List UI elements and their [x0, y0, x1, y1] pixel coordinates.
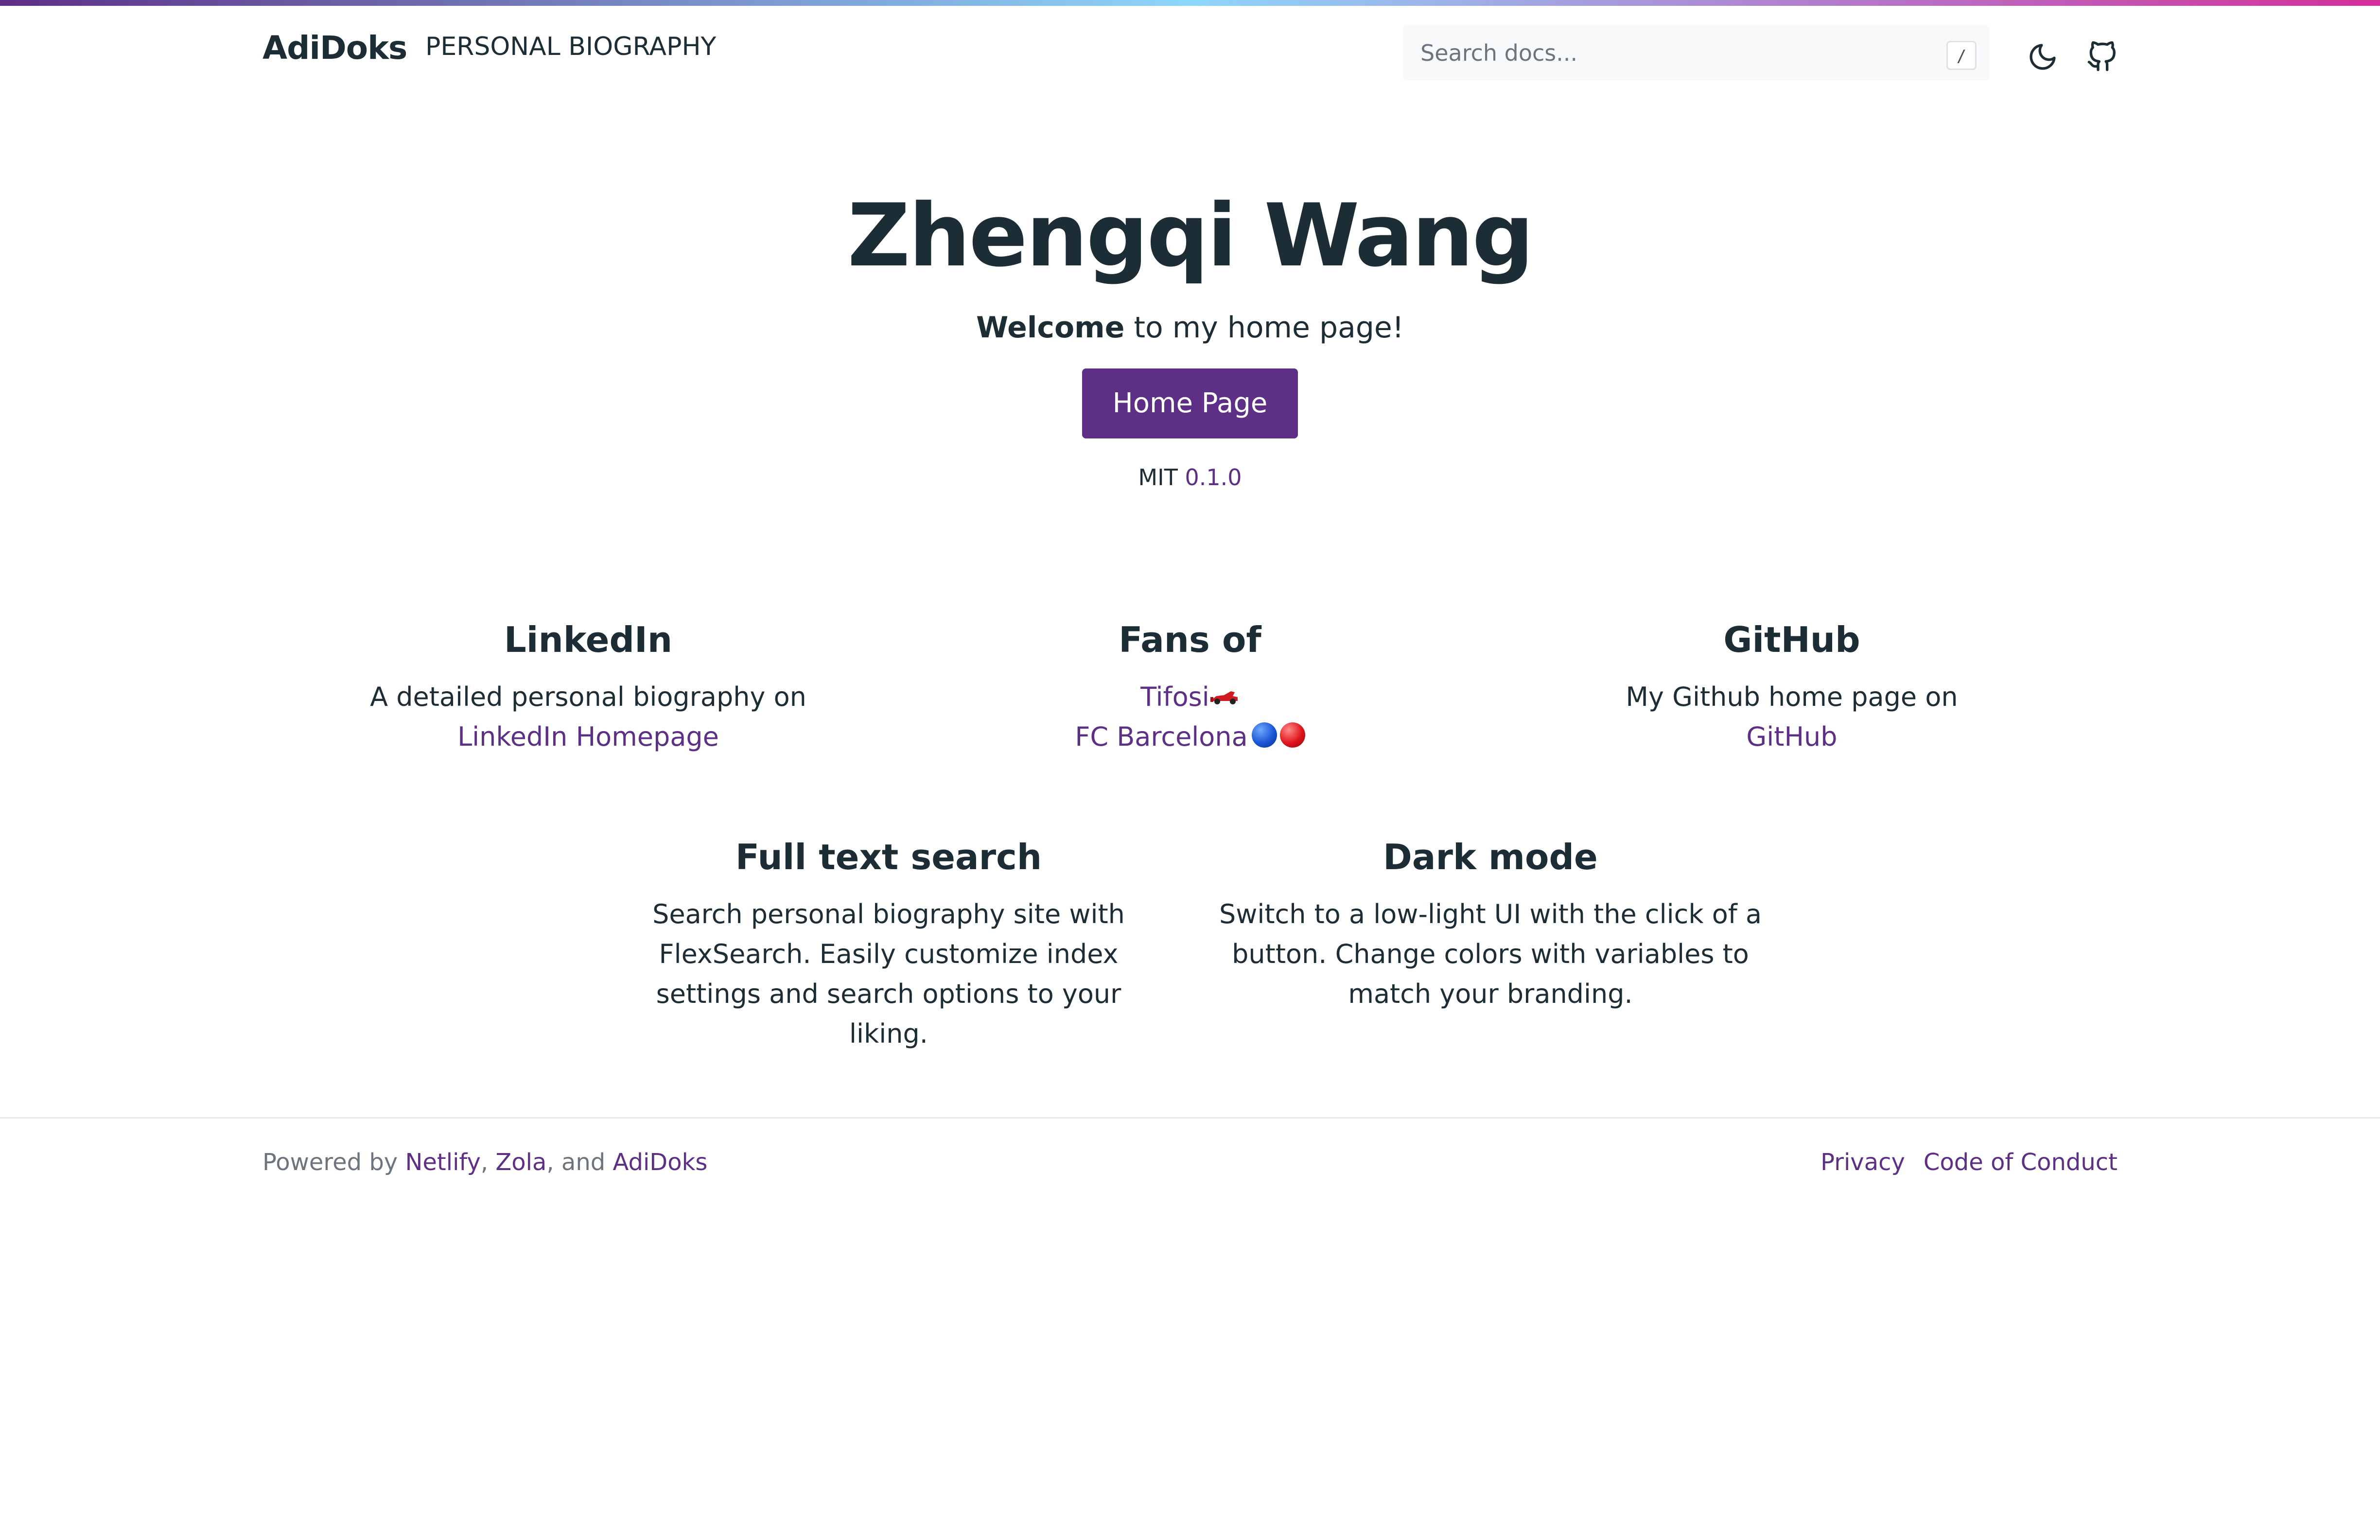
- feature-linkedin: LinkedIn A detailed personal biography o…: [297, 613, 880, 757]
- fc-barcelona-link[interactable]: FC Barcelona: [1075, 721, 1247, 752]
- feature-dark-mode: Dark mode Switch to a low-light UI with …: [1199, 830, 1782, 1014]
- page-title: Zhengqi Wang: [847, 185, 1534, 286]
- linkedin-homepage-link[interactable]: LinkedIn Homepage: [457, 721, 719, 752]
- moon-icon: [2030, 44, 2056, 70]
- feature-search-title: Full text search: [735, 837, 1042, 877]
- hero-lead: Welcome to my home page!: [0, 303, 2380, 352]
- nav-link-personal-biography[interactable]: PERSONAL BIOGRAPHY: [425, 32, 716, 61]
- license-version: MIT 0.1.0: [0, 458, 2380, 497]
- feature-fans-title: Fans of: [1119, 619, 1261, 660]
- feature-github-title: GitHub: [1723, 619, 1860, 660]
- netlify-link[interactable]: Netlify: [405, 1149, 480, 1176]
- footer-powered-by: Powered by Netlify, Zola, and AdiDoks: [262, 1149, 707, 1176]
- brand-logo[interactable]: AdiDoks: [262, 29, 407, 67]
- feature-github-desc: My Github home page on: [1626, 682, 1958, 712]
- github-link-button[interactable]: [2080, 35, 2124, 79]
- search-shortcut-key: /: [1946, 41, 1977, 70]
- feature-github: GitHub My Github home page on GitHub: [1500, 613, 2083, 757]
- footer-sep-2: , and: [546, 1149, 606, 1176]
- powered-by-label: Powered by: [262, 1149, 398, 1176]
- feature-fans: Fans of Tifosi FC Barcelona: [898, 613, 1482, 757]
- footer-sep-1: ,: [480, 1149, 489, 1176]
- navbar: AdiDoks PERSONAL BIOGRAPHY /: [0, 6, 2380, 93]
- github-homepage-link[interactable]: GitHub: [1746, 721, 1837, 752]
- license-label: MIT: [1138, 464, 1178, 490]
- red-circle-icon: [1279, 722, 1305, 748]
- feature-github-text: My Github home page on GitHub: [1500, 677, 2083, 757]
- privacy-link[interactable]: Privacy: [1820, 1149, 1905, 1176]
- feature-linkedin-text: A detailed personal biography on LinkedI…: [297, 677, 880, 757]
- feature-linkedin-title: LinkedIn: [504, 619, 673, 660]
- search-input[interactable]: [1403, 25, 1989, 81]
- search-box: /: [1403, 25, 1989, 81]
- hero-section: Zhengqi Wang Welcome to my home page! Ho…: [0, 175, 2380, 497]
- blue-circle-icon: [1251, 722, 1277, 748]
- feature-linkedin-desc: A detailed personal biography on: [370, 682, 806, 712]
- race-car-icon: [1209, 677, 1240, 704]
- footer-links: Privacy Code of Conduct: [1820, 1149, 2118, 1176]
- hero-lead-bold: Welcome: [976, 311, 1125, 345]
- feature-dark-text: Switch to a low-light UI with the click …: [1219, 899, 1762, 1009]
- top-gradient-bar: [0, 0, 2380, 6]
- hero-lead-rest: to my home page!: [1124, 311, 1404, 345]
- code-of-conduct-link[interactable]: Code of Conduct: [1924, 1149, 2118, 1176]
- home-page-button[interactable]: Home Page: [1082, 368, 1298, 438]
- feature-fans-text: Tifosi FC Barcelona: [898, 677, 1482, 757]
- dark-mode-toggle-button[interactable]: [2021, 35, 2065, 79]
- feature-search-text: Search personal biography site with Flex…: [652, 899, 1125, 1049]
- zola-link[interactable]: Zola: [495, 1149, 546, 1176]
- footer: Powered by Netlify, Zola, and AdiDoks Pr…: [0, 1117, 2380, 1206]
- adidoks-link[interactable]: AdiDoks: [612, 1149, 707, 1176]
- version-link[interactable]: 0.1.0: [1185, 464, 1242, 490]
- feature-dark-title: Dark mode: [1383, 837, 1598, 877]
- feature-full-text-search: Full text search Search personal biograp…: [597, 830, 1180, 1054]
- tifosi-link[interactable]: Tifosi: [1140, 682, 1209, 712]
- github-icon: [2087, 41, 2116, 71]
